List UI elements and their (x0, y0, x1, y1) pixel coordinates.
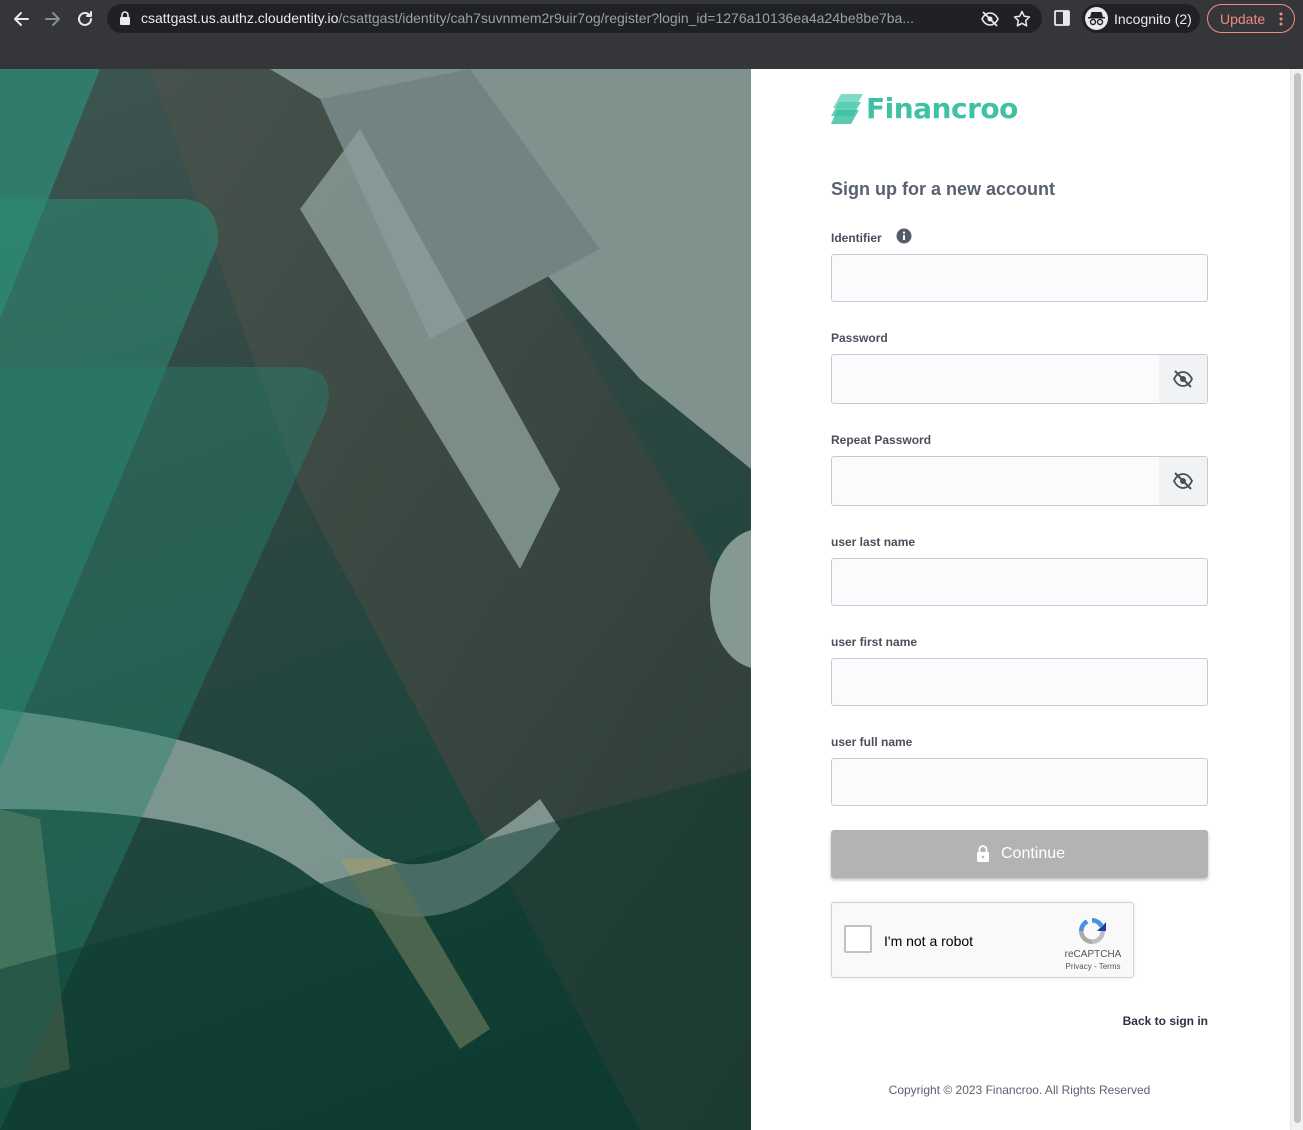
recaptcha-widget: I'm not a robot reCAPTCHA Privacy - Term… (831, 902, 1134, 978)
recaptcha-terms-link[interactable]: Privacy - Terms (1054, 962, 1132, 971)
back-icon (14, 12, 29, 26)
side-panel-icon[interactable] (1053, 9, 1071, 27)
hero-illustration (0, 69, 751, 1130)
recaptcha-brand: reCAPTCHA (1064, 949, 1122, 960)
url-path: /csattgast/identity/cah7suvnmem2r9uir7og… (338, 10, 915, 26)
reload-icon (78, 11, 92, 26)
copyright-text: Copyright © 2023 Financroo. All Rights R… (888, 1083, 1151, 1097)
first-name-input[interactable] (831, 658, 1208, 706)
star-icon[interactable] (1012, 9, 1032, 29)
repeat-password-input[interactable] (832, 457, 1160, 505)
lock-icon (120, 11, 130, 25)
brand-logo: Financroo (831, 92, 1018, 126)
url-host: csattgast.us.authz.cloudentity.io (141, 10, 339, 26)
first-name-label: user first name (831, 635, 918, 649)
incognito-indicator[interactable]: Incognito (2) (1082, 4, 1200, 33)
lock-icon (977, 845, 989, 862)
eye-off-icon (1172, 370, 1194, 388)
reload-button[interactable] (72, 6, 98, 32)
update-button[interactable]: Update (1207, 4, 1295, 33)
full-name-label: user full name (831, 735, 913, 749)
info-icon[interactable] (896, 228, 912, 244)
recaptcha-logo-icon (1079, 918, 1106, 944)
scrollbar-thumb[interactable] (1294, 73, 1301, 1123)
hero-image (0, 69, 751, 1130)
password-field (831, 354, 1208, 404)
identifier-input[interactable] (831, 254, 1208, 302)
brand-name: Financroo (866, 92, 1018, 125)
eye-off-icon (1172, 472, 1194, 490)
recaptcha-checkbox[interactable] (844, 925, 872, 953)
address-bar[interactable]: csattgast.us.authz.cloudentity.io/csattg… (107, 4, 1042, 33)
page-scrollbar[interactable] (1290, 69, 1303, 1130)
back-to-sign-in-link[interactable]: Back to sign in (1108, 1014, 1208, 1028)
forward-button[interactable] (40, 6, 66, 32)
incognito-icon (1085, 7, 1108, 30)
identifier-label: Identifier (831, 231, 882, 245)
repeat-password-label: Repeat Password (831, 433, 932, 447)
browser-chrome: csattgast.us.authz.cloudentity.io/csattg… (0, 0, 1303, 69)
recaptcha-label: I'm not a robot (884, 933, 974, 949)
browser-toolbar: csattgast.us.authz.cloudentity.io/csattg… (0, 0, 1303, 37)
more-icon (1279, 12, 1283, 26)
continue-button[interactable]: Continue (831, 830, 1208, 878)
incognito-label: Incognito (2) (1114, 11, 1192, 27)
back-button[interactable] (8, 6, 34, 32)
password-label: Password (831, 331, 888, 345)
repeat-password-field (831, 456, 1208, 506)
forward-icon (45, 12, 60, 26)
repeat-password-visibility-toggle[interactable] (1159, 457, 1207, 505)
last-name-label: user last name (831, 535, 916, 549)
url-text: csattgast.us.authz.cloudentity.io/csattg… (141, 10, 971, 26)
last-name-input[interactable] (831, 558, 1208, 606)
continue-label: Continue (1001, 845, 1066, 862)
page-title: Sign up for a new account (831, 179, 1056, 199)
update-label: Update (1220, 11, 1266, 27)
financroo-logo-icon (831, 94, 863, 124)
password-visibility-toggle[interactable] (1159, 355, 1207, 403)
password-input[interactable] (832, 355, 1160, 403)
eye-off-icon[interactable] (980, 9, 1000, 29)
full-name-input[interactable] (831, 758, 1208, 806)
